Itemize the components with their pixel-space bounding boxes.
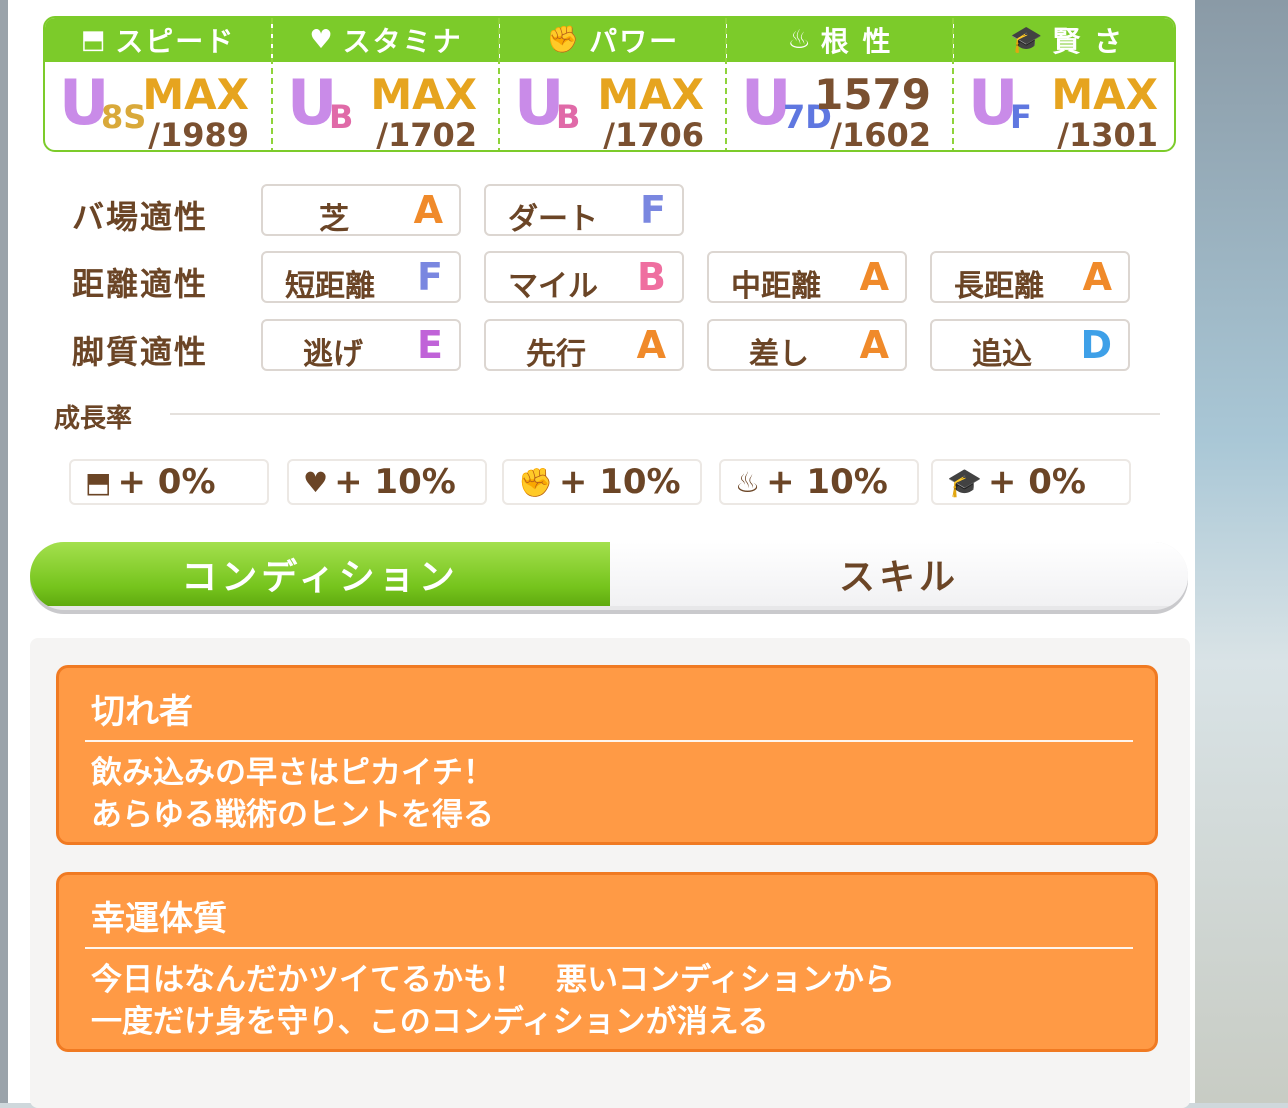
stat-value: MAX: [142, 70, 249, 119]
growth-divider: [170, 413, 1160, 415]
stat-value: MAX: [597, 70, 704, 119]
aptitude-grade: D: [1080, 323, 1112, 367]
growth-value: + 0%: [117, 462, 216, 502]
condition-description: 今日はなんだかツイてるかも！ 悪いコンディションから 一度だけ身を守り、このコン…: [91, 962, 895, 1040]
aptitude-name: 短距離: [285, 269, 375, 304]
stat-wisdom: 🎓 賢 さ U F MAX /1301: [952, 18, 1174, 152]
shoe-icon: ⬒: [80, 25, 108, 55]
aptitude-grade: B: [637, 255, 666, 299]
aptitude-name: 逃げ: [303, 337, 363, 372]
muscle-icon: ✊: [546, 25, 582, 55]
aptitude-name: ダート: [508, 202, 598, 237]
umamusume-detail-panel: ⬒ スピード U 8S MAX /1989 ♥ スタミナ U B MAX /1702…: [8, 0, 1195, 1108]
aptitude-grade: A: [636, 323, 666, 367]
aptitude-chaser: 追込 D: [930, 319, 1130, 372]
stat-name: スピード: [115, 25, 236, 58]
aptitude-name: 長距離: [954, 269, 1044, 304]
rank-sub: B: [556, 98, 581, 136]
heart-icon: ♥: [309, 25, 335, 55]
stat-max: /1702: [376, 116, 477, 152]
flame-icon: ♨: [787, 25, 813, 55]
aptitude-name: 先行: [526, 337, 586, 372]
aptitude-grade: F: [417, 255, 443, 299]
aptitude-turf: 芝 A: [261, 184, 461, 237]
aptitude-name: 芝: [319, 202, 349, 237]
stat-name: 根 性: [820, 25, 893, 58]
growth-rate-title: 成長率: [54, 404, 133, 434]
stat-max: /1301: [1057, 116, 1158, 152]
condition-card[interactable]: 幸運体質 今日はなんだかツイてるかも！ 悪いコンディションから 一度だけ身を守り…: [56, 872, 1158, 1052]
distance-aptitude-row: 距離適性 短距離 F マイル B 中距離 A 長距離 A: [8, 251, 1195, 304]
stat-power: ✊ パワー U B MAX /1706: [498, 18, 726, 152]
graduation-cap-icon: 🎓: [1009, 25, 1045, 55]
aptitude-name: 差し: [749, 337, 809, 372]
stat-name: スタミナ: [342, 25, 463, 58]
tab-skill[interactable]: スキル: [610, 542, 1188, 606]
aptitude-short: 短距離 F: [261, 251, 461, 304]
stat-max: /1706: [603, 116, 704, 152]
aptitude-grade: F: [640, 188, 666, 232]
growth-guts: ♨ + 10%: [719, 459, 919, 505]
stat-value: 1579: [814, 70, 931, 119]
growth-value: + 10%: [558, 462, 681, 502]
growth-speed: ⬒ + 0%: [69, 459, 269, 505]
style-aptitude-row: 脚質適性 逃げ E 先行 A 差し A 追込 D: [8, 319, 1195, 372]
aptitude-label: バ場適性: [72, 198, 209, 236]
aptitude-grade: A: [1082, 255, 1112, 299]
aptitude-dirt: ダート F: [484, 184, 684, 237]
condition-title: 切れ者: [91, 692, 193, 732]
aptitude-name: 中距離: [731, 269, 821, 304]
aptitude-leader: 先行 A: [484, 319, 684, 372]
rank-sub: B: [329, 98, 354, 136]
aptitude-runner: 逃げ E: [261, 319, 461, 372]
aptitude-label: 距離適性: [72, 265, 209, 303]
aptitude-name: 追込: [972, 337, 1032, 372]
stat-name: パワー: [589, 25, 680, 58]
shoe-icon: ⬒: [85, 465, 112, 499]
aptitude-mile: マイル B: [484, 251, 684, 304]
growth-stamina: ♥ + 10%: [287, 459, 487, 505]
heart-icon: ♥: [303, 465, 329, 499]
stat-name: 賢 さ: [1052, 25, 1125, 58]
aptitude-label: 脚質適性: [72, 333, 209, 371]
stat-max: /1602: [830, 116, 931, 152]
tab-condition[interactable]: コンディション: [30, 542, 610, 606]
condition-title: 幸運体質: [91, 899, 227, 939]
stat-max: /1989: [148, 116, 249, 152]
aptitude-name: マイル: [508, 269, 598, 304]
growth-power: ✊ + 10%: [502, 459, 702, 505]
growth-value: + 10%: [334, 462, 456, 502]
background-scenery: [1195, 0, 1288, 1103]
track-aptitude-row: バ場適性 芝 A ダート F: [8, 184, 1195, 237]
aptitude-betweener: 差し A: [707, 319, 907, 372]
rank-sub: 8S: [101, 98, 147, 136]
card-divider: [85, 740, 1133, 742]
tab-bar: コンディション スキル: [30, 542, 1188, 610]
growth-value: + 0%: [987, 462, 1086, 502]
rank-sub: F: [1010, 98, 1032, 136]
graduation-cap-icon: 🎓: [947, 465, 982, 499]
aptitude-medium: 中距離 A: [707, 251, 907, 304]
growth-wisdom: 🎓 + 0%: [931, 459, 1131, 505]
background-left: [0, 0, 8, 1103]
stat-value: MAX: [370, 70, 477, 119]
condition-card[interactable]: 切れ者 飲み込みの早さはピカイチ！ あらゆる戦術のヒントを得る: [56, 665, 1158, 845]
aptitude-grade: A: [413, 188, 443, 232]
stats-table: ⬒ スピード U 8S MAX /1989 ♥ スタミナ U B MAX /1702…: [43, 16, 1176, 152]
muscle-icon: ✊: [518, 465, 553, 499]
condition-description: 飲み込みの早さはピカイチ！ あらゆる戦術のヒントを得る: [91, 755, 494, 833]
card-divider: [85, 947, 1133, 949]
aptitude-grade: A: [859, 255, 889, 299]
stat-value: MAX: [1051, 70, 1158, 119]
flame-icon: ♨: [735, 465, 761, 499]
stat-guts: ♨ 根 性 U 7D 1579 /1602: [725, 18, 953, 152]
stat-speed: ⬒ スピード U 8S MAX /1989: [45, 18, 271, 152]
aptitude-grade: A: [859, 323, 889, 367]
aptitude-long: 長距離 A: [930, 251, 1130, 304]
aptitude-grade: E: [417, 323, 443, 367]
growth-value: + 10%: [766, 462, 888, 502]
stat-stamina: ♥ スタミナ U B MAX /1702: [271, 18, 499, 152]
